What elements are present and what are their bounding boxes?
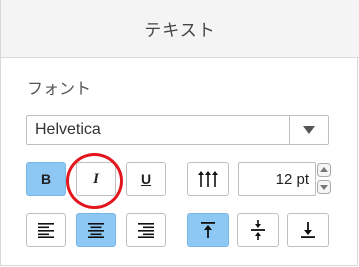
valign-middle-button[interactable] xyxy=(237,213,279,247)
italic-button[interactable]: I xyxy=(76,162,116,196)
font-size-input[interactable]: 12 pt xyxy=(238,162,316,196)
valign-bottom-button[interactable] xyxy=(287,213,329,247)
line-spacing-button[interactable] xyxy=(187,162,229,196)
align-left-icon xyxy=(38,223,54,238)
line-spacing-icon xyxy=(198,171,218,187)
panel-title: テキスト xyxy=(144,21,216,40)
underline-button[interactable]: U xyxy=(126,162,166,196)
caret-up-icon xyxy=(316,163,331,177)
bold-label: B xyxy=(40,171,52,187)
font-family-value: Helvetica xyxy=(35,121,101,138)
text-panel: テキスト フォント Helvetica B I U 12 pt xyxy=(0,0,359,266)
align-left-button[interactable] xyxy=(26,213,66,247)
font-size-value: 12 pt xyxy=(275,171,309,188)
font-family-select[interactable]: Helvetica xyxy=(26,115,329,145)
valign-middle-icon xyxy=(251,220,265,240)
font-size-decrease[interactable] xyxy=(316,179,331,195)
caret-down-icon xyxy=(316,180,331,194)
panel-header: テキスト xyxy=(1,0,359,58)
align-center-button[interactable] xyxy=(76,213,116,247)
align-right-button[interactable] xyxy=(126,213,166,247)
chevron-down-icon xyxy=(303,126,315,134)
italic-label: I xyxy=(93,170,99,187)
valign-top-icon xyxy=(201,222,215,238)
valign-bottom-icon xyxy=(301,222,315,238)
font-size-stepper[interactable] xyxy=(316,162,331,196)
align-right-icon xyxy=(138,223,154,238)
underline-label: U xyxy=(140,171,152,187)
font-size-increase[interactable] xyxy=(316,162,331,178)
valign-top-button[interactable] xyxy=(187,213,229,247)
font-dropdown-button[interactable] xyxy=(289,116,328,144)
align-center-icon xyxy=(88,223,104,238)
font-section-label: フォント xyxy=(27,81,92,98)
bold-button[interactable]: B xyxy=(26,162,66,196)
